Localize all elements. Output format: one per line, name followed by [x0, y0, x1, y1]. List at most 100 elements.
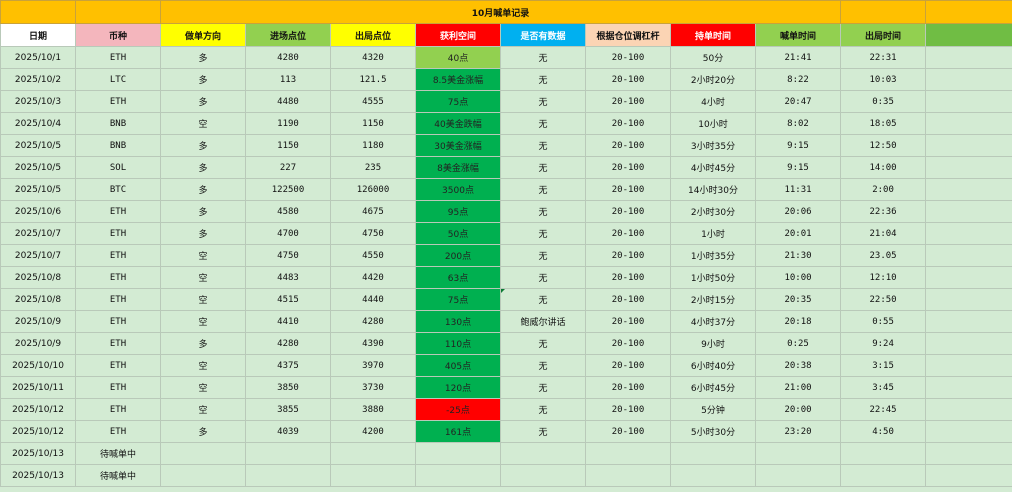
cell-direction[interactable]: 空 [160, 112, 246, 135]
cell-extra[interactable] [925, 156, 1012, 179]
cell-data[interactable]: 无 [500, 222, 586, 245]
cell-exit[interactable]: 235 [330, 156, 416, 179]
cell-profit[interactable]: 30美金涨幅 [415, 134, 501, 157]
cell-call-time[interactable]: 20:47 [754, 90, 842, 113]
cell-call-time[interactable]: 23:20 [754, 420, 842, 443]
cell-coin[interactable]: ETH [75, 266, 161, 289]
cell-leverage[interactable]: 20-100 [585, 310, 671, 333]
cell-entry[interactable]: 122500 [245, 178, 331, 201]
cell-extra[interactable] [925, 222, 1012, 245]
cell-leverage[interactable] [585, 442, 671, 465]
cell-entry[interactable]: 4480 [245, 90, 331, 113]
cell-hold[interactable]: 5小时30分 [670, 420, 756, 443]
cell-coin[interactable]: ETH [75, 420, 161, 443]
cell-call-time[interactable]: 9:15 [754, 156, 842, 179]
cell-profit[interactable]: 50点 [415, 222, 501, 245]
cell-data[interactable]: 无 [500, 112, 586, 135]
cell-exit[interactable]: 1180 [330, 134, 416, 157]
cell-direction[interactable]: 空 [160, 244, 246, 267]
cell-extra[interactable] [925, 46, 1012, 69]
cell-hold[interactable]: 2小时15分 [670, 288, 756, 311]
cell-coin[interactable]: 待喊单中 [75, 442, 161, 465]
cell-hold[interactable]: 5分钟 [670, 398, 756, 421]
cell-entry[interactable]: 4700 [245, 222, 331, 245]
cell-exit[interactable]: 4440 [330, 288, 416, 311]
cell-hold[interactable]: 6小时40分 [670, 354, 756, 377]
cell-coin[interactable]: BNB [75, 112, 161, 135]
cell-date[interactable]: 2025/10/1 [0, 46, 76, 69]
cell-extra[interactable] [925, 68, 1012, 91]
cell-out-time[interactable] [840, 442, 927, 465]
cell-data[interactable]: 无 [500, 288, 586, 311]
cell-coin[interactable]: ETH [75, 244, 161, 267]
cell-date[interactable]: 2025/10/3 [0, 90, 76, 113]
cell-exit[interactable]: 4750 [330, 222, 416, 245]
cell-data[interactable]: 无 [500, 156, 586, 179]
cell-extra[interactable] [925, 178, 1012, 201]
cell-hold[interactable]: 4小时 [670, 90, 756, 113]
cell-hold[interactable]: 6小时45分 [670, 376, 756, 399]
cell-out-time[interactable]: 2:00 [840, 178, 927, 201]
cell-leverage[interactable]: 20-100 [585, 288, 671, 311]
cell-hold[interactable] [670, 442, 756, 465]
cell-hold[interactable]: 1小时35分 [670, 244, 756, 267]
cell-call-time[interactable]: 8:22 [754, 68, 842, 91]
cell-direction[interactable]: 多 [160, 178, 246, 201]
cell-hold[interactable]: 2小时20分 [670, 68, 756, 91]
cell-call-time[interactable]: 0:25 [754, 332, 842, 355]
header-extra[interactable] [925, 23, 1012, 47]
cell-direction[interactable] [160, 464, 246, 487]
cell-call-time[interactable]: 20:18 [754, 310, 842, 333]
cell-profit[interactable]: 200点 [415, 244, 501, 267]
cell-leverage[interactable]: 20-100 [585, 398, 671, 421]
cell-date[interactable]: 2025/10/8 [0, 288, 76, 311]
cell-direction[interactable]: 多 [160, 134, 246, 157]
title-cell-coin[interactable] [75, 0, 161, 24]
cell-exit[interactable]: 3730 [330, 376, 416, 399]
cell-coin[interactable]: ETH [75, 398, 161, 421]
cell-leverage[interactable]: 20-100 [585, 46, 671, 69]
header-entry[interactable]: 进场点位 [245, 23, 331, 47]
cell-hold[interactable]: 4小时45分 [670, 156, 756, 179]
cell-leverage[interactable]: 20-100 [585, 134, 671, 157]
header-date[interactable]: 日期 [0, 23, 76, 47]
cell-extra[interactable] [925, 266, 1012, 289]
cell-direction[interactable]: 多 [160, 46, 246, 69]
cell-profit[interactable]: 75点 [415, 288, 501, 311]
cell-direction[interactable]: 多 [160, 200, 246, 223]
cell-out-time[interactable]: 3:15 [840, 354, 927, 377]
cell-leverage[interactable]: 20-100 [585, 178, 671, 201]
cell-entry[interactable]: 4375 [245, 354, 331, 377]
cell-profit[interactable]: 40美金跌幅 [415, 112, 501, 135]
cell-date[interactable]: 2025/10/4 [0, 112, 76, 135]
cell-out-time[interactable]: 9:24 [840, 332, 927, 355]
cell-leverage[interactable] [585, 464, 671, 487]
cell-coin[interactable]: 待喊单中 [75, 464, 161, 487]
cell-data[interactable]: 无 [500, 332, 586, 355]
cell-exit[interactable]: 3970 [330, 354, 416, 377]
cell-call-time[interactable] [754, 464, 842, 487]
cell-out-time[interactable]: 22:45 [840, 398, 927, 421]
cell-entry[interactable]: 227 [245, 156, 331, 179]
cell-hold[interactable]: 2小时30分 [670, 200, 756, 223]
cell-direction[interactable]: 多 [160, 332, 246, 355]
cell-profit[interactable]: 63点 [415, 266, 501, 289]
cell-out-time[interactable]: 4:50 [840, 420, 927, 443]
cell-leverage[interactable]: 20-100 [585, 90, 671, 113]
cell-hold[interactable]: 4小时37分 [670, 310, 756, 333]
cell-date[interactable]: 2025/10/6 [0, 200, 76, 223]
cell-data[interactable] [500, 464, 586, 487]
cell-date[interactable]: 2025/10/13 [0, 442, 76, 465]
cell-data[interactable]: 无 [500, 266, 586, 289]
cell-hold[interactable]: 14小时30分 [670, 178, 756, 201]
cell-leverage[interactable]: 20-100 [585, 354, 671, 377]
cell-data[interactable]: 无 [500, 46, 586, 69]
cell-call-time[interactable]: 20:35 [754, 288, 842, 311]
cell-leverage[interactable]: 20-100 [585, 68, 671, 91]
cell-call-time[interactable] [754, 442, 842, 465]
title-cell-out-time[interactable] [840, 0, 927, 24]
cell-exit[interactable]: 4675 [330, 200, 416, 223]
cell-date[interactable]: 2025/10/7 [0, 222, 76, 245]
cell-coin[interactable]: SOL [75, 156, 161, 179]
cell-data[interactable]: 无 [500, 134, 586, 157]
